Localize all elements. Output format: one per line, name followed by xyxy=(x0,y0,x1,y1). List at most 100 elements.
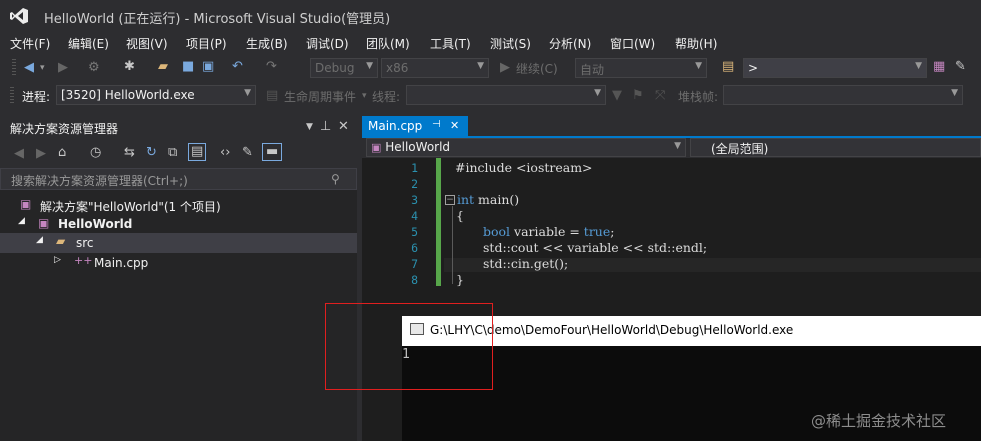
find-input[interactable]: > ▼ xyxy=(743,58,927,78)
new-project-icon[interactable]: ⚙ xyxy=(88,60,100,76)
save-all-icon[interactable]: ▣ xyxy=(202,59,214,75)
menu-window[interactable]: 窗口(W) xyxy=(610,35,655,52)
standard-toolbar: ◀ ▾ ▶ ⚙ ✱ ▰ ■ ▣ ↶ ↷ Debug ▼ x86 ▼ ▶ 继续(C) … xyxy=(0,54,981,82)
save-icon[interactable]: ■ xyxy=(182,59,194,75)
dropdown-arrow-icon[interactable]: ▾ xyxy=(40,60,45,76)
process-label: 进程: xyxy=(22,90,51,104)
code-line-3: int main() xyxy=(457,192,519,208)
wrench-icon[interactable]: ✎ xyxy=(955,59,966,75)
menu-help[interactable]: 帮助(H) xyxy=(675,35,717,52)
pin-icon[interactable]: ⊣ xyxy=(432,119,441,130)
menu-team[interactable]: 团队(M) xyxy=(366,35,410,52)
tree-item-folder[interactable]: ◢ ▰ src xyxy=(0,233,357,253)
sync-icon[interactable]: ⇆ xyxy=(124,145,135,161)
tree-item-solution[interactable]: ▣ 解决方案"HelloWorld"(1 个项目) xyxy=(0,195,357,215)
menu-project[interactable]: 项目(P) xyxy=(186,35,227,52)
tab-main-cpp[interactable]: Main.cpp ⊣ ✕ xyxy=(362,116,468,136)
menu-view[interactable]: 视图(V) xyxy=(126,35,168,52)
expand-icon[interactable]: ⤧ xyxy=(655,88,665,104)
find-value: > xyxy=(748,61,759,75)
solution-explorer-toolbar: ◀ ▶ ⌂ ◷ ⇆ ↻ ⧉ ▤ ‹› ✎ ▬ xyxy=(0,138,357,168)
line-number: 7 xyxy=(411,257,418,271)
redo-icon[interactable]: ↷ xyxy=(266,59,277,75)
title-bar: HelloWorld (正在运行) - Microsoft Visual Stu… xyxy=(0,0,981,32)
find-in-files-icon[interactable]: ▤ xyxy=(722,59,734,75)
preview-icon[interactable]: ▬ xyxy=(262,143,283,161)
chevron-down-icon: ▼ xyxy=(366,61,373,71)
outline-guide xyxy=(452,206,453,284)
visual-studio-logo-icon xyxy=(10,8,28,24)
history-icon[interactable]: ◷ xyxy=(90,145,101,161)
dropdown-arrow-icon: ▾ xyxy=(362,91,367,101)
watermark: @稀土掘金技术社区 xyxy=(811,412,947,430)
back-icon[interactable]: ◀ xyxy=(14,146,24,162)
thread-select[interactable]: ▼ xyxy=(406,85,606,105)
chevron-down-icon: ▼ xyxy=(477,61,484,71)
view-code-icon[interactable]: ‹› xyxy=(220,145,230,161)
search-icon[interactable]: ⚲ xyxy=(331,171,340,187)
back-icon[interactable]: ◀ xyxy=(24,60,34,76)
filter-icon[interactable]: ▼ xyxy=(612,88,622,104)
code-line-1: #include <iostream> xyxy=(455,160,593,175)
chevron-down-icon: ▼ xyxy=(674,141,681,151)
home-icon[interactable]: ⌂ xyxy=(58,145,66,161)
auto-select[interactable]: 自动 ▼ xyxy=(575,58,707,78)
solution-icon: ▣ xyxy=(20,197,32,211)
solution-search-input[interactable]: 搜索解决方案资源管理器(Ctrl+;) ⚲ xyxy=(0,168,357,190)
chevron-down-icon: ▼ xyxy=(594,88,601,98)
lifecycle-events-button[interactable]: 生命周期事件 xyxy=(284,88,356,105)
menu-analyze[interactable]: 分析(N) xyxy=(549,35,591,52)
solution-configuration-select[interactable]: Debug ▼ xyxy=(310,58,378,78)
project-scope-select[interactable]: ▣ HelloWorld ▼ xyxy=(366,138,686,157)
menu-file[interactable]: 文件(F) xyxy=(10,35,50,52)
solution-explorer-panel: 解决方案资源管理器 ▼ ⊥ ✕ ◀ ▶ ⌂ ◷ ⇆ ↻ ⧉ ▤ ‹› ✎ ▬ 搜… xyxy=(0,116,357,441)
cpp-file-icon: ++ xyxy=(74,254,93,267)
toolbar-grip[interactable] xyxy=(10,87,14,105)
global-scope-select[interactable]: (全局范围) xyxy=(690,138,981,157)
show-all-files-icon[interactable]: ▤ xyxy=(188,143,207,161)
close-tab-icon[interactable]: ✕ xyxy=(450,119,459,132)
expanded-icon[interactable]: ◢ xyxy=(36,235,43,245)
line-number: 4 xyxy=(411,209,418,223)
refresh-icon[interactable]: ↻ xyxy=(146,145,157,161)
continue-button[interactable]: 继续(C) xyxy=(516,60,558,77)
pin-icon[interactable]: ⊥ xyxy=(320,119,331,135)
solution-explorer-header: 解决方案资源管理器 ▼ ⊥ ✕ xyxy=(0,116,357,138)
project-icon: ▣ xyxy=(371,141,382,154)
code-line-8: } xyxy=(456,272,464,287)
collapse-all-icon[interactable]: ⧉ xyxy=(168,145,177,161)
continue-icon: ▶ xyxy=(500,60,510,75)
tree-item-file[interactable]: ▷ ++ Main.cpp xyxy=(0,253,357,273)
forward-icon[interactable]: ▶ xyxy=(36,146,46,162)
code-text: ; xyxy=(610,224,615,239)
tree-label: 解决方案"HelloWorld"(1 个项目) xyxy=(40,200,221,214)
expanded-icon[interactable]: ◢ xyxy=(18,216,25,226)
window-position-icon[interactable]: ▼ xyxy=(306,119,313,135)
tab-label: Main.cpp xyxy=(368,119,423,133)
solution-platform-select[interactable]: x86 ▼ xyxy=(381,58,489,78)
stack-frame-select[interactable]: ▼ xyxy=(723,85,963,105)
open-folder-icon[interactable]: ▰ xyxy=(158,59,168,75)
new-item-icon[interactable]: ✱ xyxy=(124,59,135,75)
tree-item-project[interactable]: ◢ ▣ HelloWorld xyxy=(0,214,357,234)
toolbar-grip[interactable] xyxy=(12,59,16,77)
forward-icon[interactable]: ▶ xyxy=(58,60,68,76)
solution-explorer-icon[interactable]: ▦ xyxy=(933,59,945,75)
close-icon[interactable]: ✕ xyxy=(338,119,349,135)
undo-icon[interactable]: ↶ xyxy=(232,59,243,75)
collapsed-icon[interactable]: ▷ xyxy=(54,255,61,265)
properties-icon[interactable]: ✎ xyxy=(242,145,253,161)
search-placeholder: 搜索解决方案资源管理器(Ctrl+;) xyxy=(11,174,188,188)
menu-build[interactable]: 生成(B) xyxy=(246,35,288,52)
process-select[interactable]: [3520] HelloWorld.exe ▼ xyxy=(56,85,256,105)
menu-tools[interactable]: 工具(T) xyxy=(430,35,471,52)
collapse-icon[interactable]: − xyxy=(445,195,455,205)
tree-label: src xyxy=(76,236,94,250)
line-number: 8 xyxy=(411,273,418,287)
menu-test[interactable]: 测试(S) xyxy=(490,35,531,52)
menu-debug[interactable]: 调试(D) xyxy=(306,35,349,52)
tree-label: HelloWorld xyxy=(58,217,133,231)
line-number: 6 xyxy=(411,241,418,255)
flag-icon[interactable]: ⚑ xyxy=(632,88,644,104)
menu-edit[interactable]: 编辑(E) xyxy=(68,35,109,52)
